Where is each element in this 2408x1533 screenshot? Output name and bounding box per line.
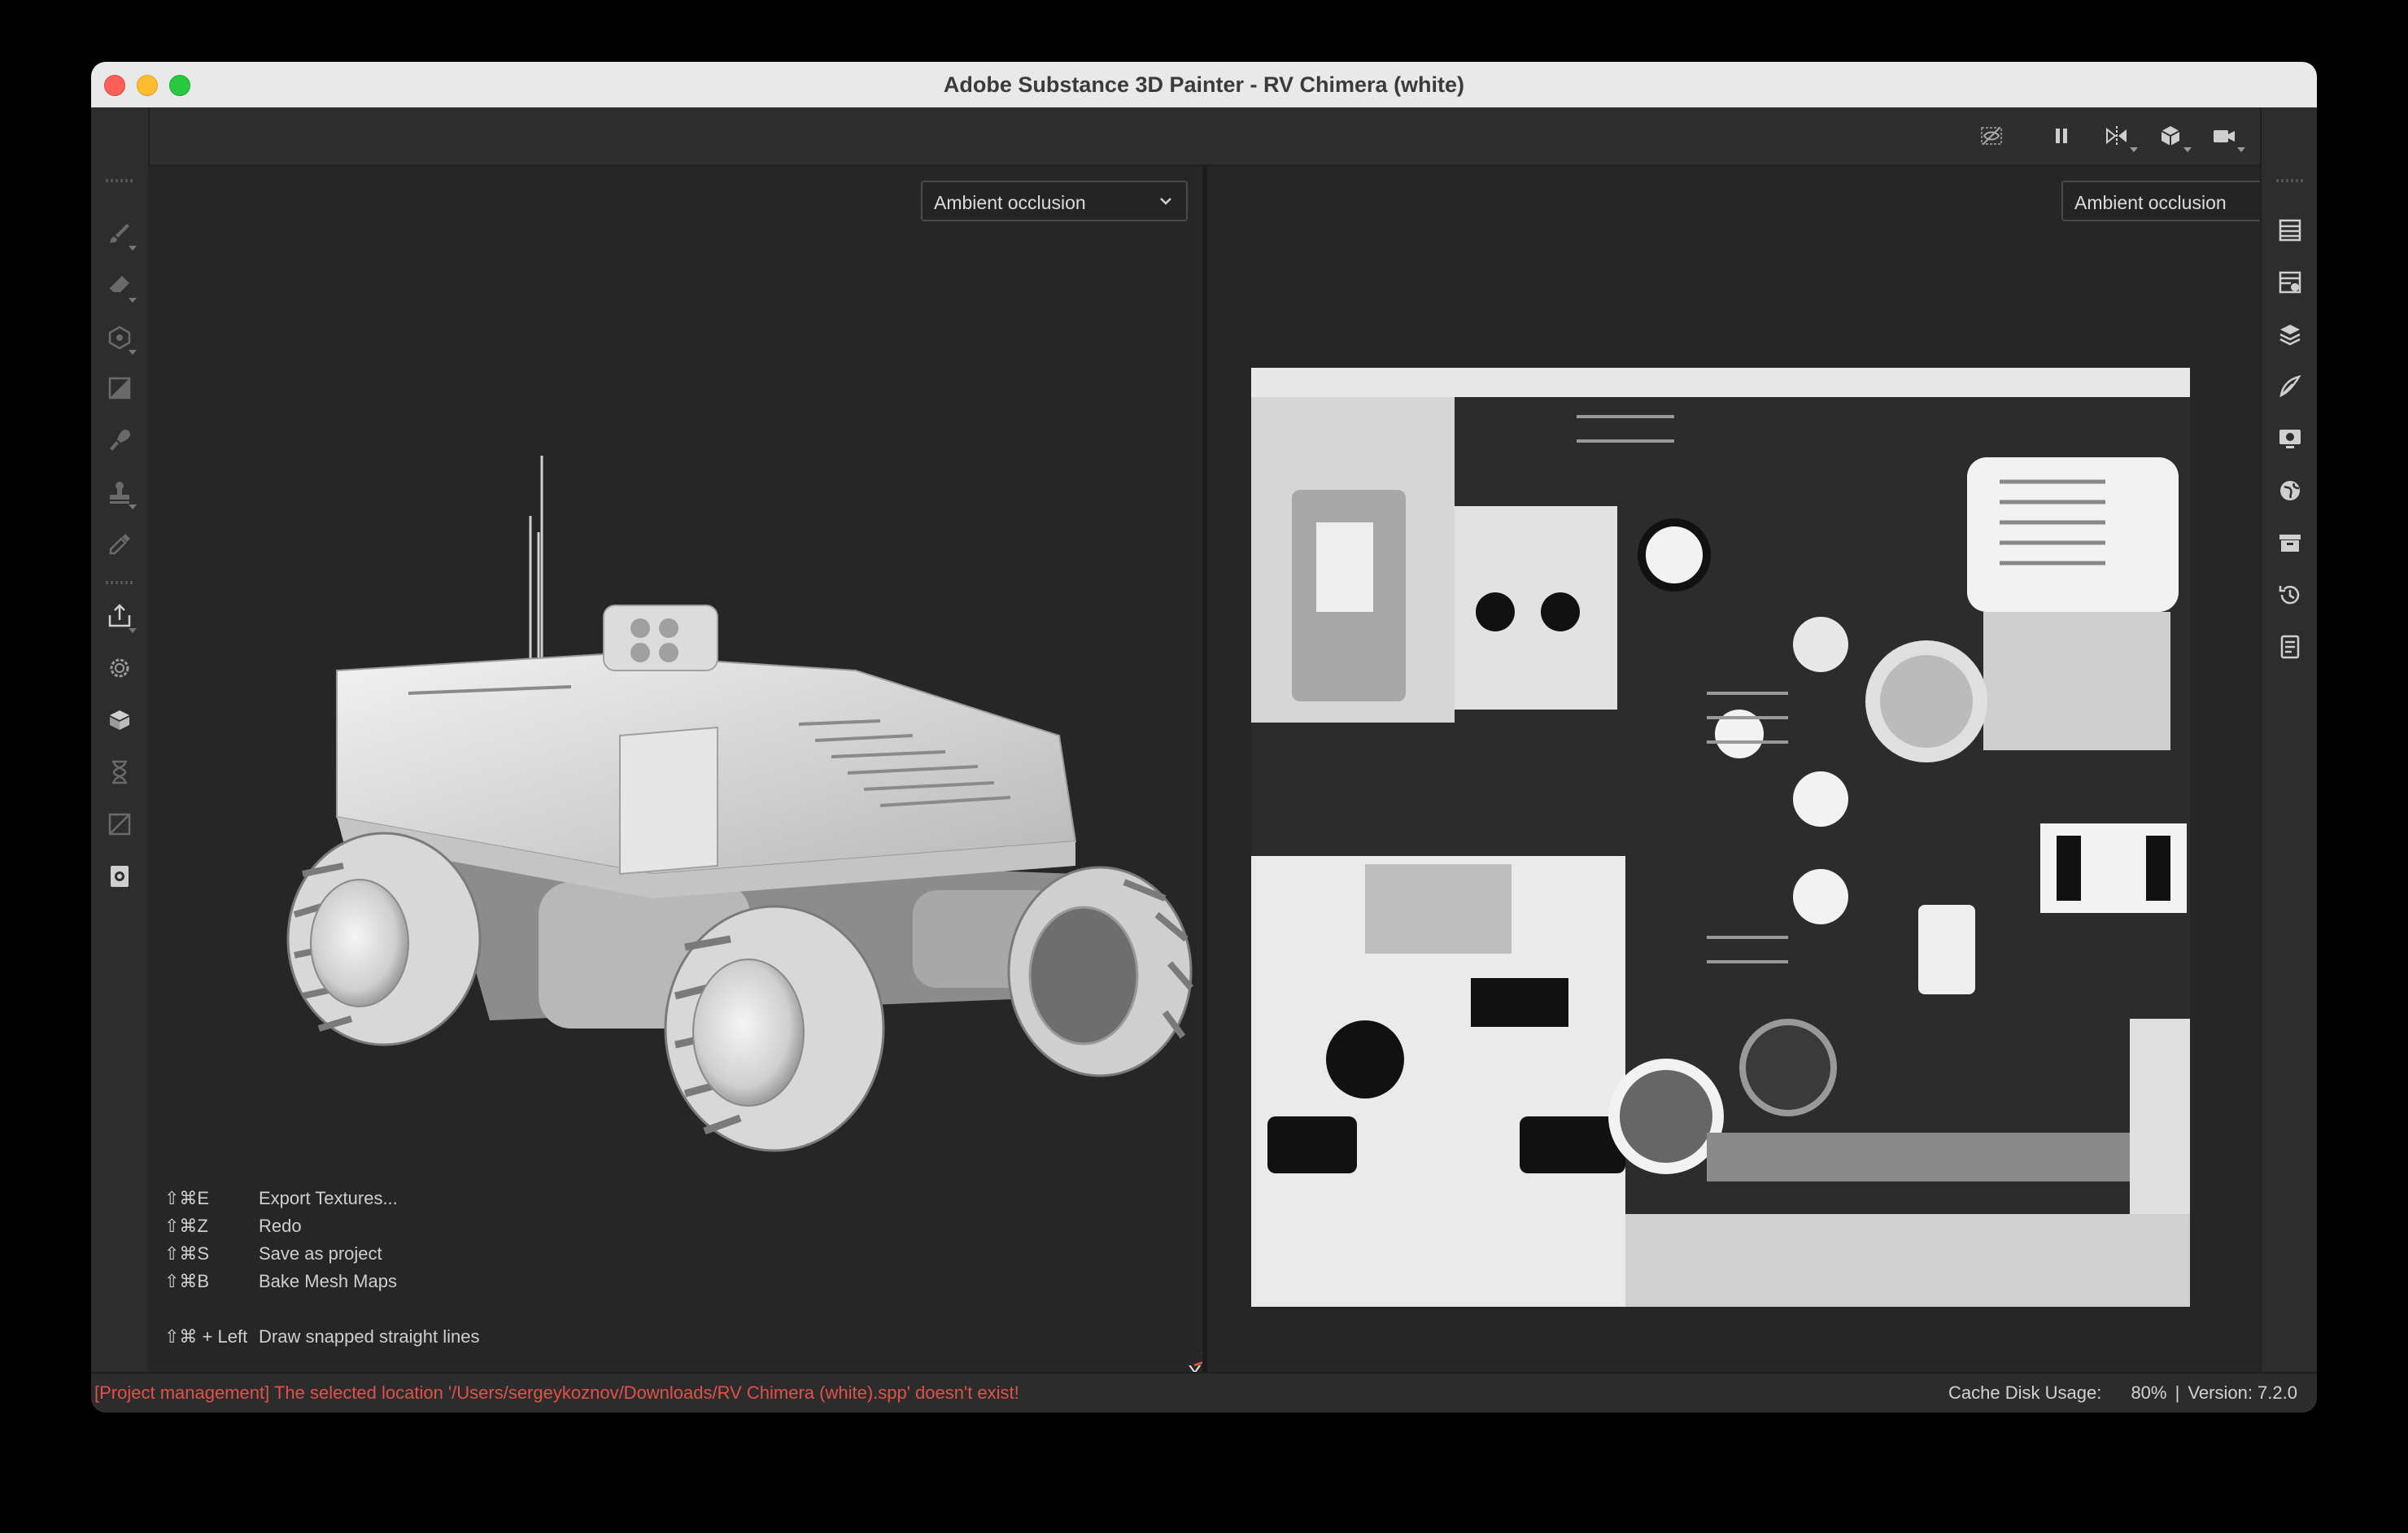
cube-projection-icon[interactable] [101, 319, 138, 356]
shortcut-keys: ⇧⌘Z [164, 1216, 208, 1236]
export-icon[interactable] [101, 597, 138, 635]
status-info: Cache Disk Usage: 80% | Version: 7.2.0 [1945, 1374, 2297, 1413]
texture-set-settings-icon[interactable] [2271, 264, 2309, 301]
symmetry-icon[interactable] [2099, 118, 2138, 154]
view-cube-icon[interactable] [2153, 118, 2192, 154]
polygon-fill-icon[interactable] [101, 369, 138, 407]
toolbar-grip[interactable] [106, 581, 133, 584]
shortcut-label: Save as project [259, 1243, 382, 1264]
texture-set-list-icon[interactable] [2271, 212, 2309, 249]
uv-icon[interactable] [101, 806, 138, 843]
shortcut-keys: ⇧⌘B [164, 1271, 210, 1291]
version-label: Version: 7.2.0 [2188, 1382, 2297, 1403]
status-bar: [Project management] The selected locati… [91, 1372, 2317, 1413]
box-icon[interactable] [101, 701, 138, 739]
app-window: Adobe Substance 3D Painter - RV Chimera … [91, 62, 2317, 1413]
wheel-front-left [664, 905, 885, 1152]
eraser-icon[interactable] [101, 267, 138, 304]
dropdown-value: Ambient occlusion [2074, 192, 2227, 213]
shortcut-keys: ⇧⌘S [164, 1243, 210, 1264]
window-title: Adobe Substance 3D Painter - RV Chimera … [943, 72, 1465, 97]
toolbar-grip[interactable] [2276, 179, 2304, 182]
display-settings-icon[interactable] [2271, 420, 2309, 457]
status-error-message[interactable]: [Project management] The selected locati… [94, 1374, 1019, 1413]
tools-toolbar [91, 107, 150, 1372]
archive-icon[interactable] [2271, 524, 2309, 561]
cache-value: 80% [2131, 1382, 2167, 1403]
toolbar-grip[interactable] [106, 179, 133, 182]
panels-toolbar [2260, 107, 2317, 1372]
pause-icon[interactable] [2044, 118, 2079, 154]
wheel-rear-left [286, 832, 482, 1046]
shortcut-label: Bake Mesh Maps [259, 1271, 397, 1291]
shelf-globe-icon[interactable] [2271, 472, 2309, 509]
top-toolbar [148, 107, 2300, 166]
properties-icon[interactable] [2271, 368, 2309, 405]
shortcut-label: Draw snapped straight lines [259, 1326, 480, 1347]
shortcut-keys: ⇧⌘E [164, 1188, 210, 1208]
log-icon[interactable] [2271, 628, 2309, 666]
history-icon[interactable] [2271, 576, 2309, 614]
camera-icon[interactable] [101, 858, 138, 895]
cache-label: Cache Disk Usage: [1948, 1382, 2102, 1403]
title-bar: Adobe Substance 3D Painter - RV Chimera … [91, 62, 2317, 108]
viewport-2d[interactable]: Ambient occlusion [1207, 166, 2317, 1372]
gear-bake-icon[interactable] [101, 649, 138, 687]
wheel-front-right [1007, 866, 1194, 1077]
hourglass-icon[interactable] [101, 753, 138, 791]
camera-icon[interactable] [2206, 118, 2245, 154]
layers-icon[interactable] [2271, 316, 2309, 353]
shortcut-label: Redo [259, 1216, 302, 1236]
hide-overlay-icon[interactable] [1974, 118, 2009, 154]
uv-texture-map [1251, 368, 2190, 1307]
brush-icon[interactable] [101, 215, 138, 252]
eyedropper-icon[interactable] [101, 526, 138, 563]
status-separator: | [2175, 1382, 2180, 1403]
smudge-icon[interactable] [101, 421, 138, 459]
shortcut-label: Export Textures... [259, 1188, 398, 1208]
stamp-icon[interactable] [101, 474, 138, 511]
shortcut-keys: ⇧⌘ + Left [164, 1326, 248, 1347]
